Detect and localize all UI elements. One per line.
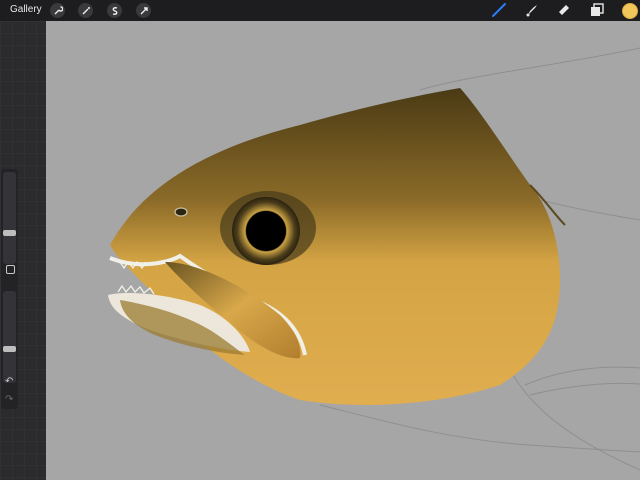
brush-opacity-thumb[interactable] [3,346,16,352]
left-sidebar: ↶ ↷ [0,21,46,480]
transform-icon[interactable] [136,3,151,18]
brush-icon[interactable] [491,2,507,18]
drawing-canvas[interactable] [46,21,640,480]
brush-opacity-slider[interactable] [3,291,16,383]
square-icon[interactable] [6,265,15,274]
redo-icon[interactable]: ↷ [5,395,13,405]
color-picker[interactable] [622,3,638,19]
eraser-icon[interactable] [556,2,572,18]
layers-icon[interactable] [589,2,605,18]
wrench-icon[interactable] [50,3,65,18]
undo-icon[interactable]: ↶ [5,377,13,387]
gallery-button[interactable]: Gallery [10,4,42,15]
fish-head [110,88,560,405]
smudge-icon[interactable] [524,2,540,18]
top-toolbar: Gallery [0,0,640,21]
fish-painting [108,47,640,471]
selection-icon[interactable] [107,3,122,18]
brush-size-slider[interactable] [3,172,16,264]
magic-wand-icon[interactable] [78,3,93,18]
brush-size-thumb[interactable] [3,230,16,236]
brush-controls-panel: ↶ ↷ [1,169,18,409]
